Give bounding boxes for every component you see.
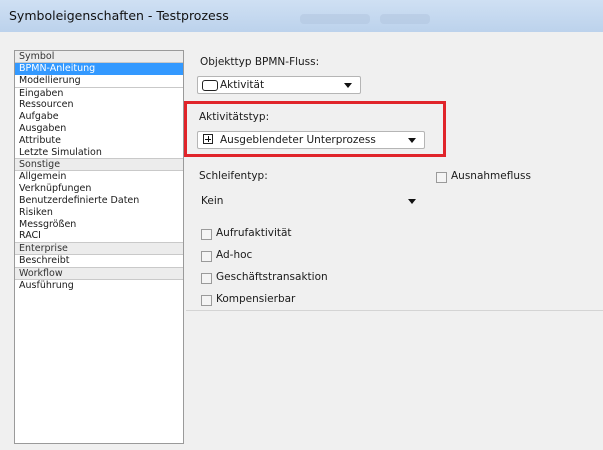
- category-list: Symbol BPMN-Anleitung Modellierung Einga…: [14, 50, 184, 444]
- list-item-verknuepfungen[interactable]: Verknüpfungen: [15, 183, 183, 195]
- kompensierbar-checkbox[interactable]: [201, 295, 212, 306]
- chevron-down-icon: [344, 83, 352, 88]
- title-bar-decoration: [300, 14, 370, 24]
- list-item-risiken[interactable]: Risiken: [15, 207, 183, 219]
- schleifentyp-dropdown[interactable]: Kein: [197, 192, 425, 210]
- list-item-benutzerdefinierte-daten[interactable]: Benutzerdefinierte Daten: [15, 195, 183, 207]
- group-header-sonstige: Sonstige: [15, 158, 183, 172]
- list-item-allgemein[interactable]: Allgemein: [15, 171, 183, 183]
- schleifentyp-value: Kein: [201, 195, 224, 207]
- group-header-symbol: Symbol: [15, 51, 183, 63]
- list-item-bpmn-anleitung[interactable]: BPMN-Anleitung: [15, 63, 183, 75]
- geschaeftstransaktion-checkbox[interactable]: [201, 273, 212, 284]
- group-header-enterprise: Enterprise: [15, 242, 183, 256]
- aufrufaktivitaet-label: Aufrufaktivität: [216, 227, 292, 239]
- chevron-down-icon: [408, 199, 416, 204]
- list-item-messgroessen[interactable]: Messgrößen: [15, 219, 183, 231]
- list-item-modellierung[interactable]: Modellierung: [15, 75, 183, 88]
- aktivitaetstyp-label: Aktivitätstyp:: [199, 111, 270, 123]
- ad-hoc-checkbox[interactable]: [201, 251, 212, 262]
- list-item-raci[interactable]: RACI: [15, 230, 183, 242]
- list-item-ressourcen[interactable]: Ressourcen: [15, 99, 183, 111]
- ausnahmefluss-checkbox[interactable]: [436, 172, 447, 183]
- list-item-aufgabe[interactable]: Aufgabe: [15, 111, 183, 123]
- objekttyp-label: Objekttyp BPMN-Fluss:: [200, 56, 320, 68]
- kompensierbar-label: Kompensierbar: [216, 293, 296, 305]
- title-bar-decoration: [380, 14, 430, 24]
- objekttyp-value: Aktivität: [220, 79, 265, 91]
- list-item-eingaben[interactable]: Eingaben: [15, 88, 183, 100]
- aufrufaktivitaet-checkbox[interactable]: [201, 229, 212, 240]
- title-bar: Symboleigenschaften - Testprozess: [0, 0, 603, 33]
- window-title: Symboleigenschaften - Testprozess: [9, 8, 229, 23]
- section-divider: [186, 310, 603, 311]
- activity-shape-icon: [202, 80, 218, 91]
- aktivitaetstyp-value: Ausgeblendeter Unterprozess: [220, 134, 376, 146]
- aktivitaetstyp-dropdown[interactable]: Ausgeblendeter Unterprozess: [197, 131, 425, 149]
- geschaeftstransaktion-label: Geschäftstransaktion: [216, 271, 328, 283]
- list-item-ausfuehrung[interactable]: Ausführung: [15, 280, 183, 292]
- collapsed-subprocess-icon: [203, 134, 213, 144]
- list-item-ausgaben[interactable]: Ausgaben: [15, 123, 183, 135]
- list-item-beschreibt[interactable]: Beschreibt: [15, 255, 183, 267]
- chevron-down-icon: [408, 138, 416, 143]
- objekttyp-dropdown[interactable]: Aktivität: [197, 76, 361, 94]
- list-item-letzte-simulation[interactable]: Letzte Simulation: [15, 147, 183, 159]
- group-header-workflow: Workflow: [15, 266, 183, 280]
- ausnahmefluss-label: Ausnahmefluss: [451, 170, 531, 182]
- schleifentyp-label: Schleifentyp:: [199, 170, 268, 182]
- ad-hoc-label: Ad-hoc: [216, 249, 253, 261]
- list-item-attribute[interactable]: Attribute: [15, 135, 183, 147]
